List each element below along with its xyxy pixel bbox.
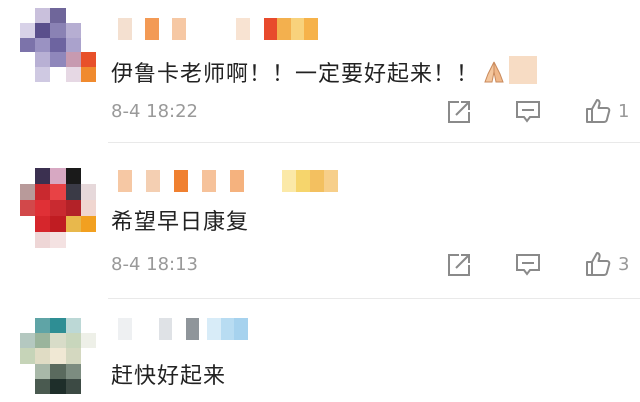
- thumbs-up-icon: [586, 99, 611, 123]
- user-nickname[interactable]: [118, 318, 248, 340]
- share-button[interactable]: [446, 252, 472, 278]
- comment-icon: [516, 254, 540, 276]
- comment-item: 希望早日康复 8-4 18:13 3: [0, 142, 640, 298]
- reply-button[interactable]: [514, 99, 542, 125]
- comment-text: 赶快好起来: [111, 358, 226, 390]
- comment-text-content: 希望早日康复: [111, 210, 250, 235]
- user-nickname[interactable]: [118, 18, 319, 40]
- comment-text: 希望早日康复: [111, 204, 249, 236]
- like-button[interactable]: 3: [584, 250, 629, 278]
- blurred-emoji-icon: [509, 56, 538, 84]
- like-count: 1: [618, 100, 630, 122]
- avatar[interactable]: [20, 318, 96, 394]
- comment-timestamp: 8-4 18:22: [111, 101, 198, 122]
- avatar[interactable]: [20, 168, 96, 248]
- reply-button[interactable]: [514, 252, 542, 278]
- share-button[interactable]: [446, 99, 472, 125]
- comment-text-content: 赶快好起来: [111, 364, 227, 389]
- comment-text: 伊鲁卡老师啊！！一定要好起来！！: [111, 56, 538, 88]
- comment-timestamp: 8-4 18:13: [111, 254, 198, 275]
- comment-icon: [516, 101, 540, 123]
- folded-hands-icon: [481, 60, 507, 84]
- user-nickname[interactable]: [118, 170, 338, 192]
- share-icon: [448, 254, 470, 276]
- comment-item: 赶快好起来: [0, 298, 640, 402]
- comment-text-content: 伊鲁卡老师啊！！一定要好起来！！: [111, 62, 480, 87]
- thumbs-up-icon: [586, 252, 611, 276]
- avatar[interactable]: [20, 8, 96, 82]
- like-count: 3: [618, 253, 630, 275]
- share-icon: [448, 101, 470, 123]
- like-button[interactable]: 1: [584, 97, 629, 125]
- comment-item: 伊鲁卡老师啊！！一定要好起来！！ 8-4 18:22 1: [0, 0, 640, 142]
